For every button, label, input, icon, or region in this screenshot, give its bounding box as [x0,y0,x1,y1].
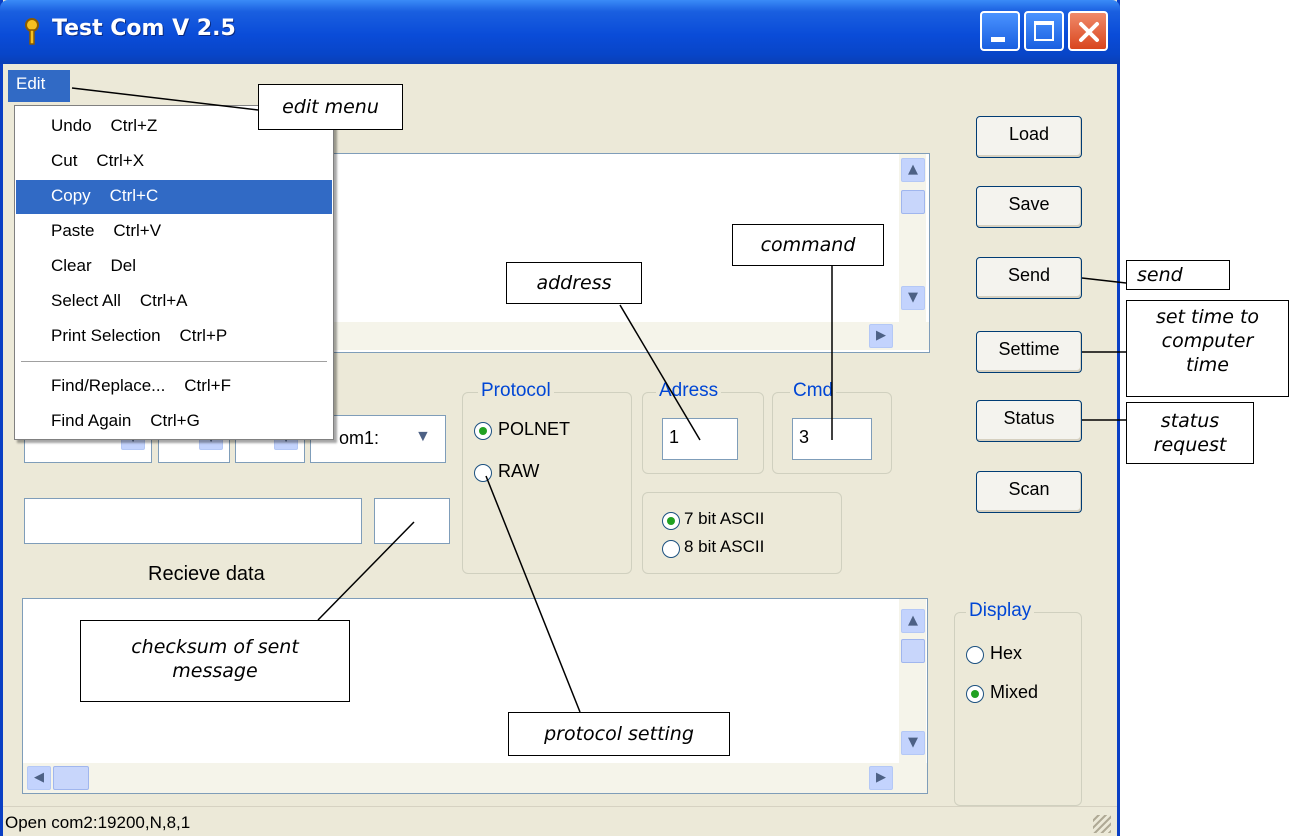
note-settime: set time to computer time [1126,300,1289,397]
note-send: send [1126,260,1230,290]
note-settime-line-2: computer [1161,330,1254,352]
note-status-line-1: status [1160,410,1220,432]
note-status-line-2: request [1153,434,1227,456]
address-leader [619,304,701,441]
note-settime-line-3: time [1186,354,1229,376]
edit-menu-leader [71,87,259,111]
note-address: address [506,262,642,304]
note-checksum-line-1: checksum of sent [131,636,299,658]
checksum-leader [317,521,415,621]
note-checksum: checksum of sent message [80,620,350,702]
note-command: command [732,224,884,266]
note-settime-line-1: set time to [1155,306,1260,328]
note-protocol: protocol setting [508,712,730,756]
protocol-leader [485,475,581,713]
note-checksum-line-2: message [172,660,258,682]
note-edit-menu: edit menu [258,84,403,130]
annotation-lines [71,87,1127,713]
note-status: status request [1126,402,1254,464]
send-leader [1081,277,1127,284]
